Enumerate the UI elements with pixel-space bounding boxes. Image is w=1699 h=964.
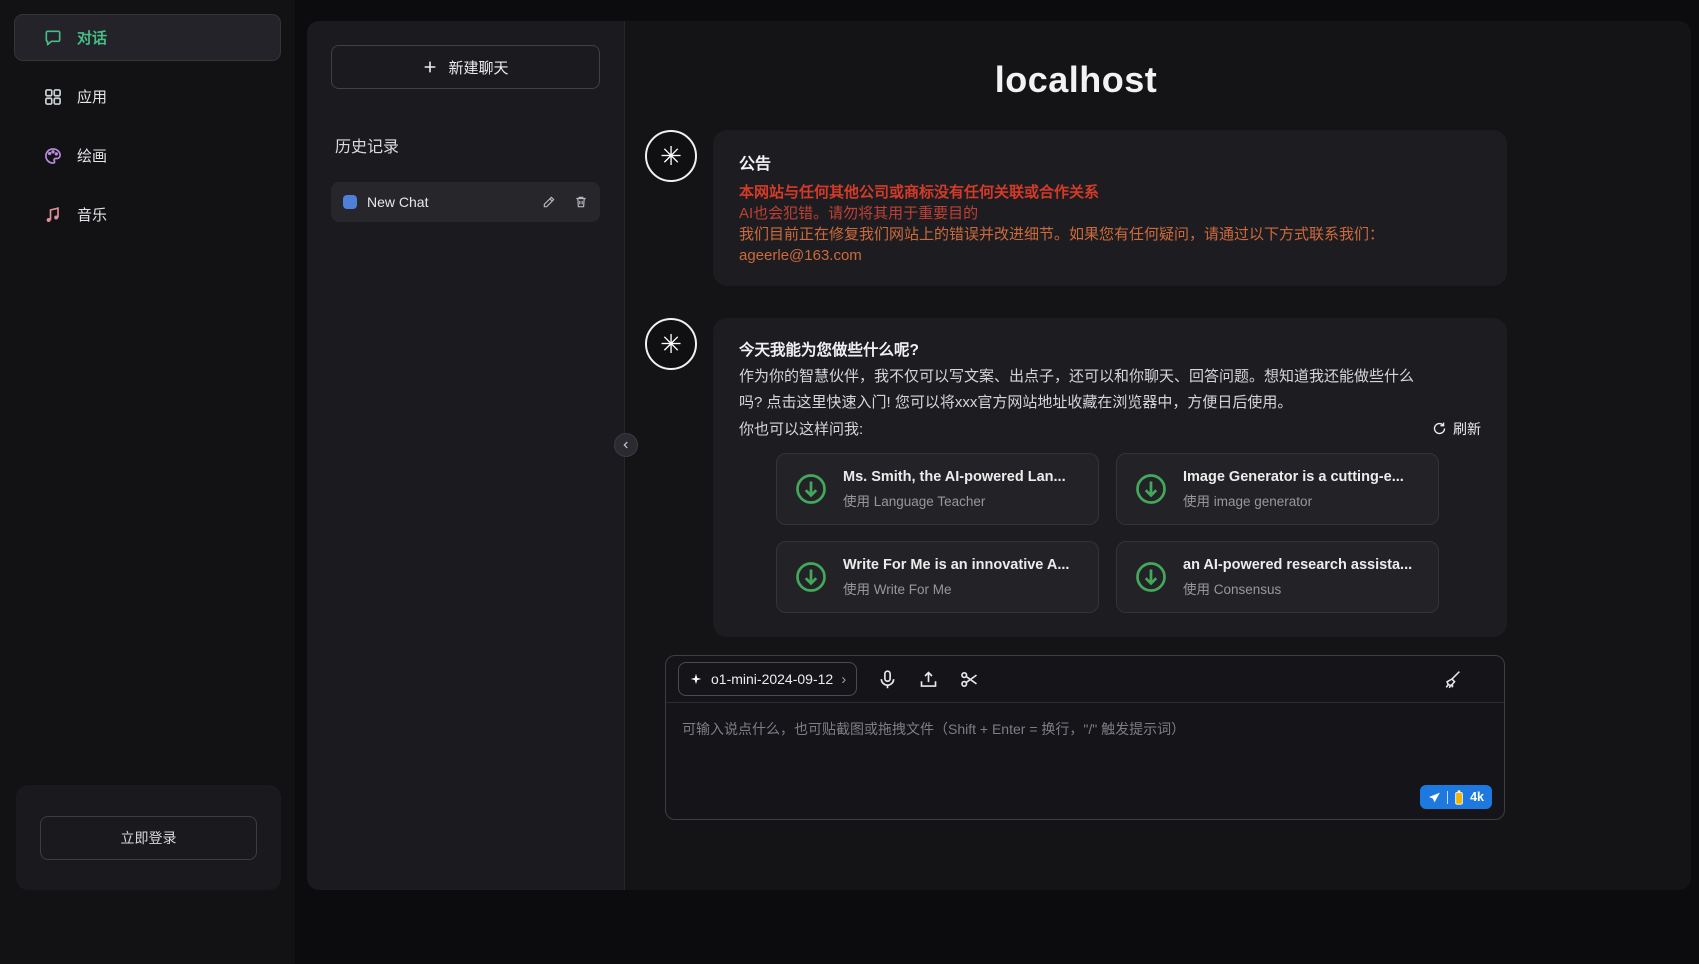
- message-welcome: ✳ 今天我能为您做些什么呢? 作为你的智慧伙伴，我不仅可以写文案、出点子，还可以…: [645, 318, 1507, 637]
- suggestion-subtitle: 使用 Language Teacher: [843, 490, 1066, 510]
- collapse-sidebar-handle[interactable]: [614, 433, 638, 457]
- delete-icon[interactable]: [574, 195, 588, 209]
- openai-logo-icon: ✳: [660, 329, 682, 360]
- assistant-avatar: ✳: [645, 318, 697, 370]
- sidebar-item-draw[interactable]: 绘画: [14, 132, 281, 179]
- sidebar-item-label: 对话: [77, 27, 107, 48]
- suggestion-text: an AI-powered research assista... 使用 Con…: [1183, 557, 1412, 598]
- palette-icon: [43, 146, 63, 166]
- announcement-line3: 我们目前正在修复我们网站上的错误并改进细节。如果您有任何疑问，请通过以下方式联系…: [739, 224, 1481, 245]
- new-chat-label: 新建聊天: [448, 57, 508, 78]
- plus-icon: [422, 59, 438, 75]
- suggestion-card[interactable]: Write For Me is an innovative A... 使用 Wr…: [776, 541, 1099, 613]
- clear-context-broom-icon[interactable]: [1441, 669, 1462, 690]
- chat-color-dot: [343, 195, 357, 209]
- sidebar-item-chat[interactable]: 对话: [14, 14, 281, 61]
- suggestion-card[interactable]: Image Generator is a cutting-e... 使用 ima…: [1116, 453, 1439, 525]
- main-panel: 新建聊天 历史记录 New Chat localhost ✳: [307, 21, 1691, 890]
- send-token-badge[interactable]: 4k: [1420, 785, 1492, 809]
- microphone-icon[interactable]: [877, 669, 898, 690]
- chat-area: localhost ✳ 公告 本网站与任何其他公司或商标没有任何关联或合作关系 …: [625, 21, 1691, 890]
- sidebar-item-label: 应用: [77, 86, 107, 107]
- chevron-right-icon: ›: [841, 671, 846, 688]
- upload-icon[interactable]: [918, 669, 939, 690]
- composer-body: 4k: [666, 703, 1504, 819]
- new-chat-button[interactable]: 新建聊天: [331, 45, 600, 89]
- sparkle-icon: [689, 672, 703, 686]
- refresh-button[interactable]: 刷新: [1432, 419, 1481, 439]
- suggestion-subtitle: 使用 Consensus: [1183, 578, 1412, 598]
- chat-bubble-icon: [43, 28, 63, 48]
- model-selector[interactable]: o1-mini-2024-09-12 ›: [678, 662, 857, 696]
- announcement-line2: AI也会犯错。请勿将其用于重要目的: [739, 203, 1481, 224]
- circle-arrow-down-icon: [1133, 471, 1169, 507]
- sidebar-item-label: 音乐: [77, 204, 107, 225]
- announcement-line1: 本网站与任何其他公司或商标没有任何关联或合作关系: [739, 182, 1481, 203]
- refresh-label: 刷新: [1453, 419, 1481, 439]
- suggestion-card[interactable]: an AI-powered research assista... 使用 Con…: [1116, 541, 1439, 613]
- suggestion-title: Image Generator is a cutting-e...: [1183, 469, 1404, 485]
- model-label: o1-mini-2024-09-12: [711, 671, 833, 687]
- circle-arrow-down-icon: [793, 471, 829, 507]
- suggestion-grid: Ms. Smith, the AI-powered Lan... 使用 Lang…: [776, 453, 1439, 613]
- history-title: 历史记录: [331, 133, 600, 157]
- sidebar: 对话 应用 绘画 音乐 立即登录: [0, 0, 295, 964]
- assistant-avatar: ✳: [645, 130, 697, 182]
- history-panel: 新建聊天 历史记录 New Chat: [307, 21, 625, 890]
- history-item-title: New Chat: [367, 194, 428, 210]
- token-count-label: 4k: [1470, 790, 1484, 804]
- suggestion-title: an AI-powered research assista...: [1183, 557, 1412, 573]
- message-announcement: ✳ 公告 本网站与任何其他公司或商标没有任何关联或合作关系 AI也会犯错。请勿将…: [645, 130, 1507, 286]
- welcome-title: 今天我能为您做些什么呢?: [739, 338, 1481, 360]
- history-item[interactable]: New Chat: [331, 182, 600, 222]
- composer-toolbar: o1-mini-2024-09-12 ›: [666, 656, 1504, 703]
- welcome-card: 今天我能为您做些什么呢? 作为你的智慧伙伴，我不仅可以写文案、出点子，还可以和你…: [713, 318, 1507, 637]
- circle-arrow-down-icon: [1133, 559, 1169, 595]
- scissors-icon[interactable]: [959, 669, 980, 690]
- sidebar-item-label: 绘画: [77, 145, 107, 166]
- battery-icon: [1454, 790, 1464, 804]
- circle-arrow-down-icon: [793, 559, 829, 595]
- suggestion-card[interactable]: Ms. Smith, the AI-powered Lan... 使用 Lang…: [776, 453, 1099, 525]
- message-input[interactable]: [666, 703, 1504, 819]
- apps-grid-icon: [43, 87, 63, 107]
- sidebar-item-apps[interactable]: 应用: [14, 73, 281, 120]
- pill-divider: [1447, 791, 1448, 804]
- contact-email-link[interactable]: ageerle@163.com: [739, 245, 1481, 266]
- welcome-body: 作为你的智慧伙伴，我不仅可以写文案、出点子，还可以和你聊天、回答问题。想知道我还…: [739, 364, 1419, 416]
- composer: o1-mini-2024-09-12 ›: [665, 655, 1505, 820]
- announcement-title: 公告: [739, 150, 1481, 174]
- suggestion-subtitle: 使用 Write For Me: [843, 578, 1069, 598]
- page-title: localhost: [645, 59, 1507, 101]
- chevron-left-icon: [621, 440, 631, 450]
- openai-logo-icon: ✳: [660, 141, 682, 172]
- suggestion-text: Ms. Smith, the AI-powered Lan... 使用 Lang…: [843, 469, 1066, 510]
- suggestion-title: Write For Me is an innovative A...: [843, 557, 1069, 573]
- login-panel: 立即登录: [16, 785, 281, 890]
- refresh-icon: [1432, 421, 1447, 436]
- send-icon: [1428, 791, 1441, 804]
- edit-icon[interactable]: [542, 195, 556, 209]
- login-button[interactable]: 立即登录: [40, 816, 257, 860]
- announcement-card: 公告 本网站与任何其他公司或商标没有任何关联或合作关系 AI也会犯错。请勿将其用…: [713, 130, 1507, 286]
- suggestion-text: Write For Me is an innovative A... 使用 Wr…: [843, 557, 1069, 598]
- welcome-ask-line: 你也可以这样问我:: [739, 418, 863, 439]
- suggestion-title: Ms. Smith, the AI-powered Lan...: [843, 469, 1066, 485]
- suggestion-subtitle: 使用 image generator: [1183, 490, 1404, 510]
- music-note-icon: [43, 205, 63, 225]
- sidebar-item-music[interactable]: 音乐: [14, 191, 281, 238]
- suggestion-text: Image Generator is a cutting-e... 使用 ima…: [1183, 469, 1404, 510]
